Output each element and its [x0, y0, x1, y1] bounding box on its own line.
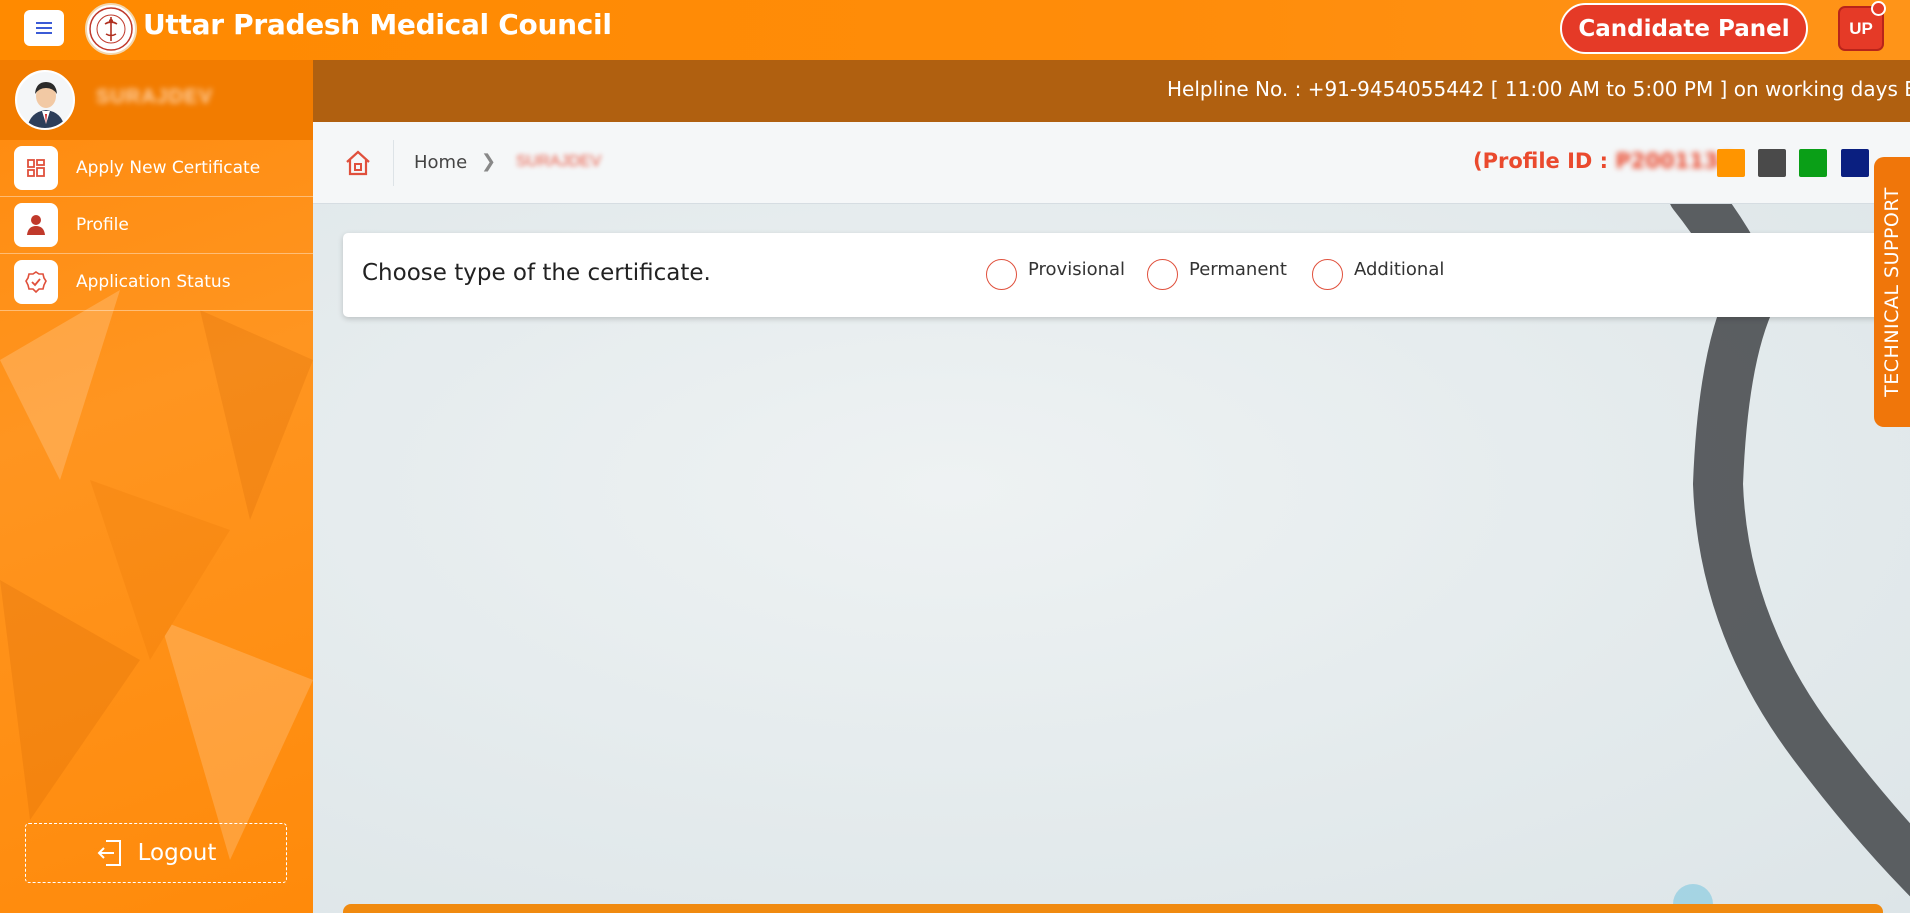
radio-provisional[interactable]: [986, 259, 1017, 290]
main-content: Choose type of the certificate. Provisio…: [313, 204, 1910, 913]
notification-dot: [1871, 1, 1886, 16]
sidebar-item-apply-new-certificate[interactable]: Apply New Certificate: [0, 140, 313, 197]
technical-support-tab[interactable]: TECHNICAL SUPPORT: [1874, 157, 1910, 427]
helpline-banner: Helpline No. : +91-9454055442 [ 11:00 AM…: [313, 60, 1910, 122]
breadcrumb-divider: [393, 140, 394, 186]
logout-label: Logout: [137, 840, 217, 866]
top-header: Uttar Pradesh Medical Council Candidate …: [0, 0, 1910, 60]
breadcrumb-current: SURAJDEV: [516, 153, 602, 170]
breadcrumb: Home ❯ SURAJDEV (Profile ID : P2001134): [313, 122, 1910, 204]
theme-swatch-gray[interactable]: [1758, 149, 1786, 177]
radio-label-additional[interactable]: Additional: [1354, 259, 1444, 280]
candidate-panel-button[interactable]: Candidate Panel: [1560, 3, 1808, 54]
technical-support-label: TECHNICAL SUPPORT: [1881, 187, 1904, 397]
avatar: [15, 70, 75, 130]
council-logo: [85, 3, 137, 55]
breadcrumb-home-link[interactable]: Home: [414, 152, 467, 173]
helpline-text: Helpline No. : +91-9454055442 [ 11:00 AM…: [1167, 77, 1910, 101]
radio-label-provisional[interactable]: Provisional: [1028, 259, 1125, 280]
check-badge-icon: [14, 260, 58, 304]
radio-additional[interactable]: [1312, 259, 1343, 290]
user-icon: [14, 203, 58, 247]
app-title: Uttar Pradesh Medical Council: [143, 8, 612, 41]
logout-icon: [97, 840, 121, 866]
sidebar-item-label: Profile: [76, 215, 129, 235]
user-profile-row: SURAJDEV: [0, 60, 313, 140]
menu-icon: [36, 22, 52, 34]
sidebar-item-application-status[interactable]: Application Status: [0, 254, 313, 311]
radio-permanent[interactable]: [1147, 259, 1178, 290]
theme-swatch-navy[interactable]: [1841, 149, 1869, 177]
profile-id-value: P2001134: [1615, 149, 1734, 173]
logout-button[interactable]: Logout: [25, 823, 287, 883]
sidebar: SURAJDEV Apply New Certificate Profile A…: [0, 60, 313, 913]
hamburger-menu-button[interactable]: [24, 10, 64, 46]
theme-swatch-green[interactable]: [1799, 149, 1827, 177]
footer-strip: [343, 904, 1883, 913]
home-icon[interactable]: [343, 148, 373, 178]
user-name: SURAJDEV: [96, 86, 213, 108]
sidebar-item-label: Apply New Certificate: [76, 158, 261, 178]
sidebar-item-label: Application Status: [76, 272, 231, 292]
sidebar-item-profile[interactable]: Profile: [0, 197, 313, 254]
emblem-icon: [89, 7, 133, 51]
certificate-type-card: Choose type of the certificate. Provisio…: [343, 233, 1910, 317]
user-avatar-icon: [17, 72, 73, 128]
radio-label-permanent[interactable]: Permanent: [1189, 259, 1287, 280]
certificate-prompt: Choose type of the certificate.: [362, 260, 711, 286]
profile-id-prefix: (Profile ID :: [1473, 149, 1616, 173]
profile-id-label: (Profile ID : P2001134): [1473, 149, 1743, 173]
grid-icon: [14, 146, 58, 190]
theme-swatch-orange[interactable]: [1717, 149, 1745, 177]
chevron-right-icon: ❯: [481, 151, 497, 171]
